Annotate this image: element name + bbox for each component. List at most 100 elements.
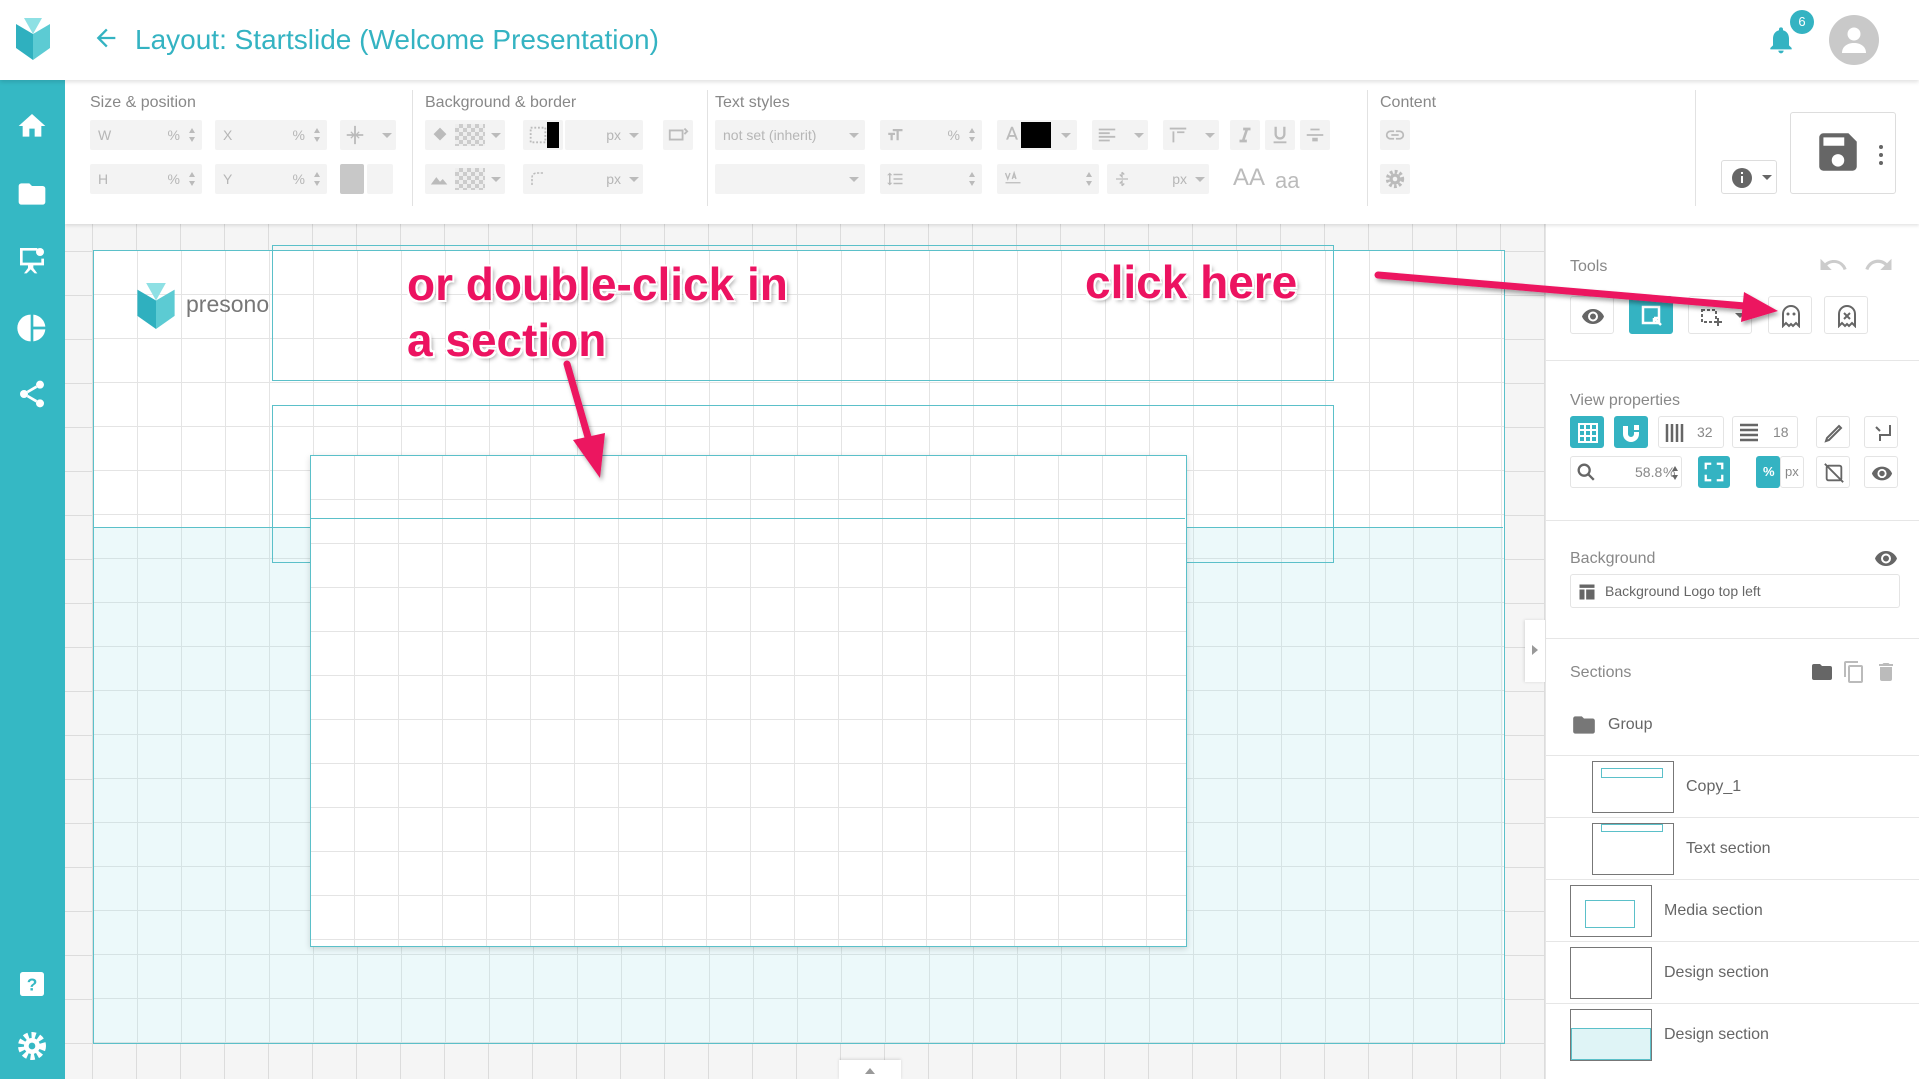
decrease-font-button[interactable]: aa — [1275, 168, 1299, 194]
analytics-pie-icon[interactable] — [16, 312, 48, 344]
increase-font-button[interactable]: AA — [1233, 164, 1265, 192]
section-row-group[interactable]: Group — [1546, 694, 1919, 756]
presono-wordmark: presono — [186, 291, 270, 317]
line-height-field[interactable] — [880, 164, 982, 194]
grid-toggle-button[interactable] — [1570, 416, 1604, 448]
info-dropdown[interactable] — [1721, 160, 1777, 194]
rows-icon — [1740, 423, 1758, 442]
fit-screen-button[interactable] — [1698, 456, 1730, 488]
section-row-design-2[interactable]: Design section — [1546, 1004, 1919, 1066]
background-visibility-icon[interactable] — [1874, 546, 1898, 570]
font-size-icon — [888, 129, 903, 141]
ruler-button[interactable] — [1816, 416, 1850, 448]
more-vertical-icon[interactable] — [1877, 143, 1885, 167]
fullscreen-icon — [1704, 462, 1724, 482]
left-sidebar: ? — [0, 80, 65, 1079]
group-folder-icon[interactable] — [1810, 660, 1834, 684]
background-label: Background — [1570, 550, 1656, 567]
italic-button[interactable] — [1230, 120, 1260, 150]
user-avatar[interactable] — [1829, 15, 1879, 65]
preview-button[interactable] — [1570, 296, 1614, 334]
ghost-remove-button[interactable] — [1824, 296, 1868, 334]
redo-icon[interactable] — [1864, 250, 1894, 280]
letter-spacing-field[interactable] — [997, 164, 1099, 194]
visibility-button[interactable] — [1864, 456, 1898, 488]
background-select[interactable]: Background Logo top left — [1570, 574, 1900, 608]
paragraph-spacing-field[interactable]: px — [1107, 164, 1209, 194]
border-style-button[interactable] — [523, 120, 563, 150]
unit-px-button[interactable]: px — [1780, 456, 1804, 488]
undo-icon[interactable] — [1818, 250, 1848, 280]
section-row-copy[interactable]: Copy_1 — [1546, 756, 1919, 818]
height-field[interactable]: H% — [90, 164, 202, 194]
y-field[interactable]: Y% — [215, 164, 327, 194]
add-section-button[interactable] — [1688, 296, 1752, 334]
bottom-panel-toggle[interactable] — [839, 1060, 901, 1079]
strikethrough-button[interactable] — [1300, 120, 1330, 150]
border-radius-field[interactable]: px — [523, 164, 643, 194]
columns-field[interactable]: 32 — [1658, 416, 1724, 448]
section-thumbnail — [1570, 885, 1652, 937]
border-sides-button[interactable] — [663, 120, 693, 150]
help-icon[interactable]: ? — [16, 968, 48, 1000]
link-icon — [1385, 130, 1405, 140]
font-select[interactable]: not set (inherit) — [715, 120, 865, 150]
tools-label: Tools — [1570, 258, 1608, 275]
columns-icon — [1665, 424, 1684, 442]
width-field[interactable]: W% — [90, 120, 202, 150]
settings-gear-icon[interactable] — [16, 1030, 48, 1062]
hide-images-button[interactable] — [1816, 456, 1850, 488]
save-button[interactable] — [1790, 112, 1896, 194]
border-icon — [529, 126, 547, 144]
duplicate-icon[interactable] — [1842, 660, 1866, 684]
slide-layout[interactable]: presono — [93, 245, 1505, 1044]
underline-button[interactable] — [1265, 120, 1295, 150]
vertical-align-button[interactable] — [1163, 120, 1219, 150]
zoom-search-icon — [1577, 463, 1595, 481]
guides-button[interactable] — [1864, 416, 1898, 448]
text-style-select[interactable] — [715, 164, 865, 194]
text-color-button[interactable] — [997, 120, 1077, 150]
group-folder-icon — [1573, 716, 1595, 734]
presentation-icon[interactable] — [16, 244, 48, 276]
section-thumbnail — [1592, 761, 1674, 813]
page-title: Layout: Startslide (Welcome Presentation… — [135, 24, 659, 55]
app-logo[interactable] — [0, 0, 65, 80]
pin-button[interactable] — [340, 164, 364, 194]
sections-label: Sections — [1570, 664, 1632, 681]
right-panel-toggle[interactable] — [1525, 620, 1545, 682]
zoom-field[interactable]: 58.8% — [1570, 456, 1682, 488]
notification-badge: 6 — [1790, 10, 1814, 34]
right-panel: Tools View properties 32 18 58.8% % px B… — [1545, 224, 1919, 1079]
section-row-media[interactable]: Media section — [1546, 880, 1919, 942]
align-horizontal-button[interactable] — [340, 120, 396, 150]
home-icon[interactable] — [16, 110, 48, 142]
pin-off-button[interactable] — [367, 164, 393, 194]
back-arrow-icon[interactable] — [92, 24, 120, 52]
content-settings-button[interactable] — [1380, 164, 1410, 194]
editor-canvas[interactable]: presono or double-click in a section cli… — [65, 224, 1545, 1079]
link-button[interactable] — [1380, 120, 1410, 150]
delete-trash-icon[interactable] — [1874, 660, 1898, 684]
border-width-field[interactable]: px — [565, 120, 643, 150]
unit-percent-button[interactable]: % — [1756, 456, 1780, 488]
ghost-select-button[interactable] — [1768, 296, 1812, 334]
select-tool-button[interactable] — [1629, 296, 1673, 334]
ruler-pencil-icon — [1824, 424, 1843, 443]
rows-field[interactable]: 18 — [1732, 416, 1798, 448]
x-field[interactable]: X% — [215, 120, 327, 150]
text-color-icon — [1006, 126, 1018, 140]
share-icon[interactable] — [16, 378, 48, 410]
section-row-design[interactable]: Design section — [1546, 942, 1919, 1004]
font-size-field[interactable]: % — [880, 120, 982, 150]
save-floppy-icon — [1819, 133, 1857, 171]
section-row-text[interactable]: Text section — [1546, 818, 1919, 880]
fill-color-button[interactable] — [425, 120, 505, 150]
snap-toggle-button[interactable] — [1614, 416, 1648, 448]
folder-icon[interactable] — [16, 178, 48, 210]
text-align-button[interactable] — [1092, 120, 1148, 150]
background-image-button[interactable] — [425, 164, 505, 194]
align-center-icon — [346, 125, 364, 145]
vertical-align-top-icon — [1169, 127, 1187, 143]
media-section-frame[interactable] — [310, 455, 1187, 947]
